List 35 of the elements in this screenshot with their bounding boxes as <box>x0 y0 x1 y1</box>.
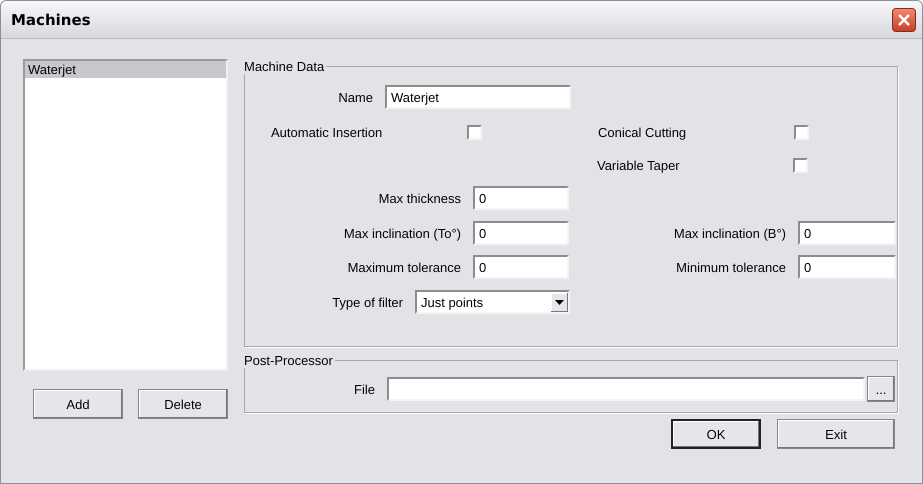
group-title: Post-Processor <box>243 353 334 368</box>
input-field[interactable]: 0 <box>798 221 896 245</box>
browse-button[interactable]: ... <box>867 376 895 402</box>
exit-button[interactable]: Exit <box>777 419 895 449</box>
checkbox-label: Automatic Insertion <box>271 124 384 140</box>
list-item[interactable]: Waterjet <box>25 61 226 78</box>
field-label: Max thickness <box>378 190 462 206</box>
input-field[interactable]: 0 <box>473 221 569 245</box>
checkbox-label: Variable Taper <box>597 158 681 172</box>
field-label: Max inclination (B°) <box>672 226 787 240</box>
machine-list[interactable]: Waterjet <box>23 59 228 371</box>
field-label: File <box>353 382 376 396</box>
field-label: Maximum tolerance <box>346 260 462 274</box>
input-field[interactable]: Waterjet <box>385 85 571 109</box>
field-label: Type of filter <box>331 294 404 310</box>
field-label: Minimum tolerance <box>675 260 787 274</box>
window-title: Machines <box>11 10 91 28</box>
file-path-field[interactable] <box>387 377 865 401</box>
close-icon <box>897 12 911 26</box>
input-field[interactable]: 0 <box>798 255 896 279</box>
field-label: Max inclination (To°) <box>342 226 462 240</box>
input-field[interactable]: 0 <box>473 186 569 210</box>
add-button[interactable]: Add <box>33 389 123 419</box>
dropdown-arrow-icon <box>555 300 564 304</box>
delete-button[interactable]: Delete <box>138 389 228 419</box>
close-button[interactable] <box>892 8 916 32</box>
checkbox[interactable] <box>467 124 482 140</box>
checkbox[interactable] <box>794 124 809 140</box>
checkbox[interactable] <box>793 158 808 172</box>
field-label: Name <box>337 90 374 104</box>
group-title: Machine Data <box>243 59 326 74</box>
checkbox-label: Conical Cutting <box>598 124 688 140</box>
ok-button[interactable]: OK <box>671 419 761 449</box>
input-field[interactable]: 0 <box>473 255 569 279</box>
filter-dropdown[interactable]: Just points <box>415 290 570 314</box>
